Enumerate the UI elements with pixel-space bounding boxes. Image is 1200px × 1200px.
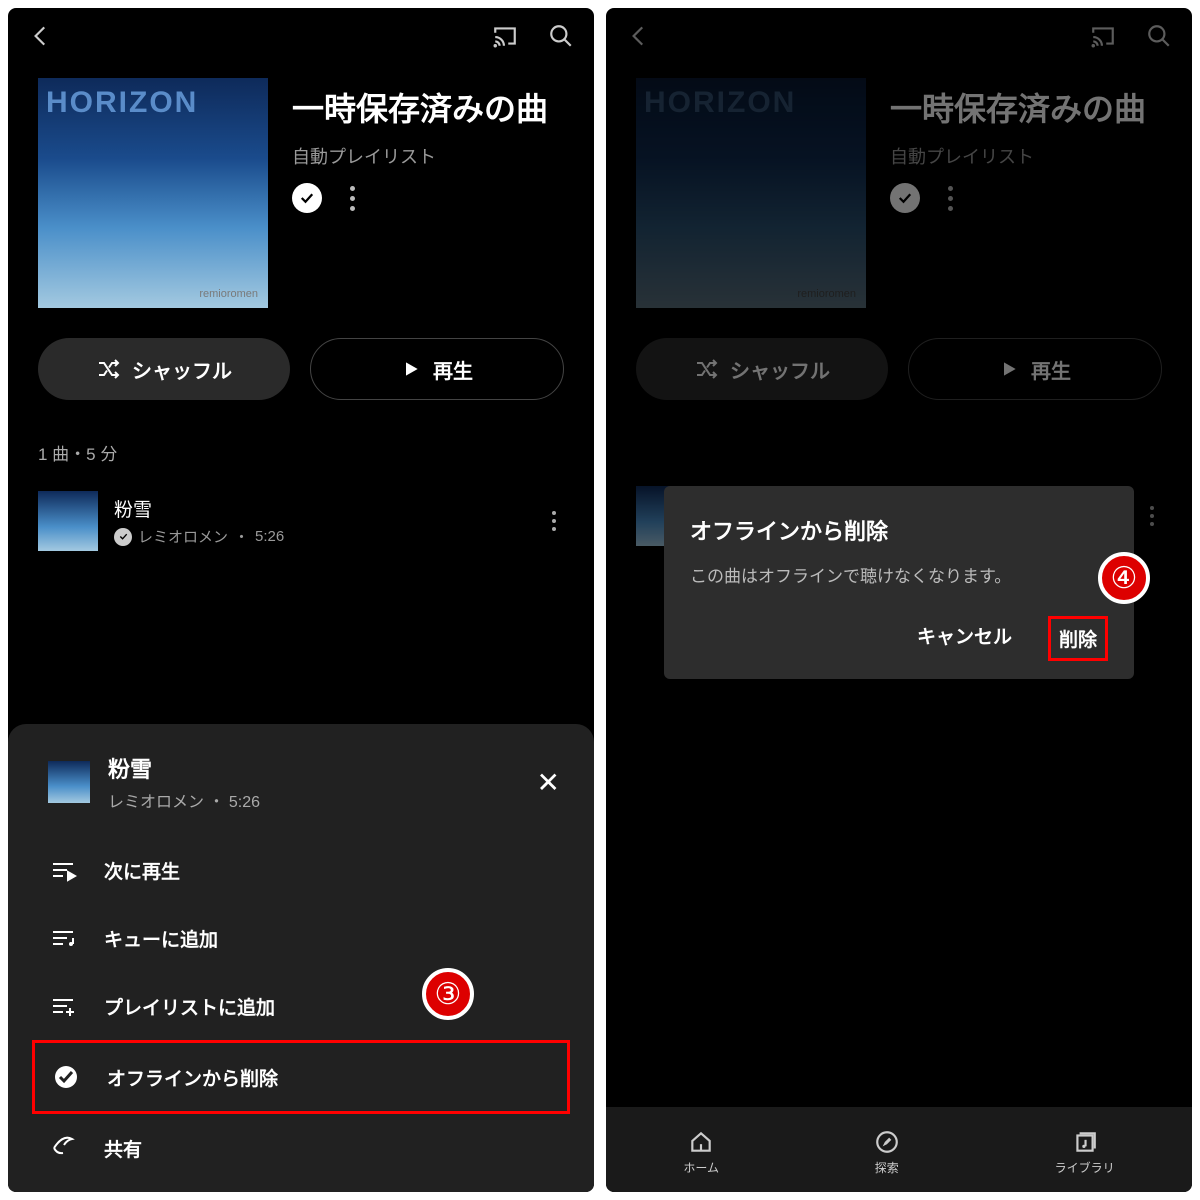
menu-share[interactable]: 共有 — [8, 1114, 594, 1182]
menu-add-queue[interactable]: キューに追加 — [8, 904, 594, 972]
play-next-icon — [48, 856, 78, 884]
playlist-title: 一時保存済みの曲 — [292, 88, 564, 131]
bottom-nav: ホーム 探索 ライブラリ — [606, 1107, 1192, 1192]
nav-explore[interactable]: 探索 — [874, 1129, 900, 1176]
play-button[interactable]: 再生 — [310, 338, 564, 400]
saved-badge-icon[interactable] — [292, 183, 322, 213]
more-icon[interactable] — [350, 186, 355, 211]
menu-add-playlist[interactable]: プレイリストに追加 ③ — [8, 972, 594, 1040]
queue-icon — [48, 924, 78, 952]
track-row[interactable]: 粉雪 レミオロメン ・ 5:26 — [8, 477, 594, 565]
menu-remove-offline[interactable]: オフラインから削除 — [32, 1040, 570, 1114]
track-subtitle: レミオロメン ・ 5:26 — [114, 526, 528, 547]
track-title: 粉雪 — [114, 495, 528, 522]
playlist-meta: 1 曲・5 分 — [8, 400, 594, 477]
delete-button[interactable]: 削除 — [1048, 616, 1108, 661]
sheet-subtitle: レミオロメン ・ 5:26 — [108, 788, 509, 812]
playlist-subtitle: 自動プレイリスト — [292, 143, 564, 169]
annotation-badge-3: ③ — [422, 968, 474, 1020]
dialog-title: オフラインから削除 — [690, 514, 1108, 546]
track-more-icon[interactable] — [544, 503, 564, 539]
check-icon — [114, 528, 132, 546]
shuffle-button[interactable]: シャッフル — [38, 338, 290, 400]
annotation-badge-4: ④ — [1098, 552, 1150, 604]
left-screenshot: HORIZON remioromen 一時保存済みの曲 自動プレイリスト シャッ… — [8, 8, 594, 1192]
nav-library[interactable]: ライブラリ — [1055, 1129, 1115, 1176]
offline-check-icon — [51, 1063, 81, 1091]
sheet-art — [48, 761, 90, 803]
right-screenshot: HORIZON remioromen 一時保存済みの曲 自動プレイリスト シャッ… — [606, 8, 1192, 1192]
album-art-text: HORIZON — [46, 86, 198, 120]
search-icon[interactable] — [548, 23, 574, 54]
nav-home[interactable]: ホーム — [683, 1129, 719, 1176]
cast-icon[interactable] — [492, 23, 518, 54]
playlist-hero: HORIZON remioromen 一時保存済みの曲 自動プレイリスト — [8, 68, 594, 308]
play-label: 再生 — [433, 355, 473, 384]
cancel-button[interactable]: キャンセル — [909, 616, 1020, 661]
close-icon[interactable]: ✕ — [527, 760, 570, 805]
dialog-overlay: オフラインから削除 この曲はオフラインで聴けなくなります。 キャンセル 削除 ④ — [606, 8, 1192, 1192]
sheet-header: 粉雪 レミオロメン ・ 5:26 ✕ — [8, 746, 594, 836]
action-buttons: シャッフル 再生 — [8, 308, 594, 400]
share-icon — [48, 1134, 78, 1162]
confirm-dialog: オフラインから削除 この曲はオフラインで聴けなくなります。 キャンセル 削除 ④ — [664, 486, 1134, 679]
playlist-add-icon — [48, 992, 78, 1020]
album-art: HORIZON remioromen — [38, 78, 268, 308]
bottom-sheet: 粉雪 レミオロメン ・ 5:26 ✕ 次に再生 キューに追加 プレイリストに追加… — [8, 724, 594, 1192]
track-art — [38, 491, 98, 551]
back-icon[interactable] — [28, 23, 54, 54]
menu-play-next[interactable]: 次に再生 — [8, 836, 594, 904]
album-art-artist: remioromen — [199, 288, 258, 300]
top-bar — [8, 8, 594, 68]
shuffle-label: シャッフル — [132, 355, 232, 384]
sheet-title: 粉雪 — [108, 752, 509, 784]
dialog-body: この曲はオフラインで聴けなくなります。 — [690, 564, 1108, 590]
